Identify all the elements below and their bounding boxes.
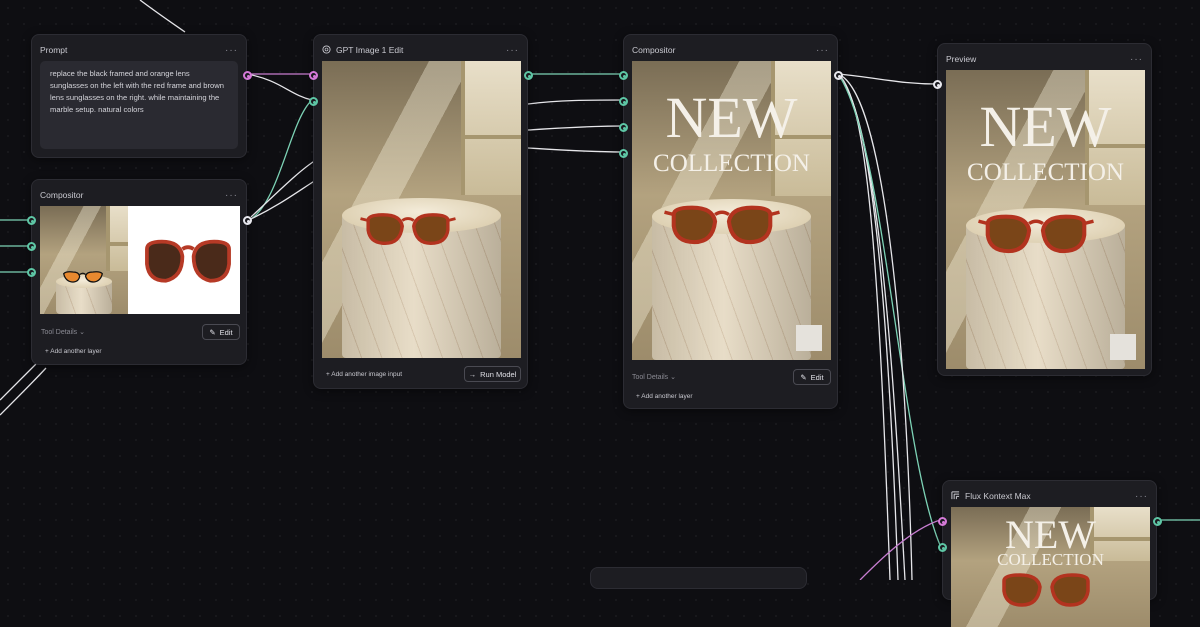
chevron-down-icon: ⌄	[79, 329, 86, 336]
red-sunglasses-image	[145, 239, 231, 283]
node-title: GPT Image 1 Edit	[336, 45, 404, 55]
add-layer-link[interactable]: + Add another layer	[45, 348, 102, 355]
node-title: Compositor	[40, 190, 84, 200]
input-port[interactable]	[309, 71, 318, 80]
edit-button[interactable]: ✎ Edit	[202, 324, 240, 340]
headline-collection: COLLECTION	[967, 159, 1124, 186]
add-image-input-label: Add another image input	[331, 371, 403, 378]
output-port[interactable]	[1153, 517, 1162, 526]
red-sunglasses-image	[978, 214, 1094, 254]
logo-badge	[796, 325, 822, 351]
prompt-textarea[interactable]: replace the black framed and orange lens…	[40, 61, 238, 149]
tool-details-toggle[interactable]: Tool Details ⌄	[632, 373, 676, 381]
black-sunglasses-image	[62, 271, 104, 283]
node-title: Compositor	[632, 45, 676, 55]
input-port[interactable]	[938, 517, 947, 526]
input-port[interactable]	[619, 97, 628, 106]
node-title: Flux Kontext Max	[965, 491, 1031, 501]
more-dots-icon[interactable]: ···	[225, 45, 238, 56]
input-port[interactable]	[309, 97, 318, 106]
flux-icon	[951, 490, 960, 502]
input-port[interactable]	[933, 80, 942, 89]
compositor-node-left[interactable]: Compositor ··· Tool Details ⌄ ✎ Edit + A…	[27, 179, 252, 365]
more-dots-icon[interactable]: ···	[816, 45, 829, 56]
input-port[interactable]	[619, 71, 628, 80]
red-sunglasses-image	[1002, 573, 1090, 607]
more-dots-icon[interactable]: ···	[506, 45, 519, 56]
output-port[interactable]	[834, 71, 843, 80]
tool-details-label: Tool Details	[632, 374, 669, 381]
compositor-node-mid[interactable]: Compositor ··· NEW COLLECTION Tool Detai…	[619, 34, 843, 409]
red-sunglasses-image	[664, 205, 780, 245]
arrow-right-icon: →	[468, 369, 477, 379]
generated-image	[322, 61, 521, 358]
headline-new: NEW	[979, 94, 1112, 159]
gpt-image-edit-node[interactable]: GPT Image 1 Edit ··· + Add another image…	[309, 34, 533, 389]
prompt-node[interactable]: Prompt ··· replace the black framed and …	[31, 34, 252, 158]
more-dots-icon[interactable]: ···	[225, 190, 238, 201]
add-layer-link[interactable]: + Add another layer	[636, 393, 693, 400]
chevron-down-icon: ⌄	[670, 374, 677, 381]
tool-details-label: Tool Details	[41, 329, 78, 336]
input-port[interactable]	[619, 149, 628, 158]
input-port[interactable]	[27, 242, 36, 251]
flux-kontext-node[interactable]: Flux Kontext Max ··· NEW COLLECTION	[938, 480, 1162, 627]
headline-collection: COLLECTION	[997, 550, 1104, 569]
headline-new: NEW	[665, 85, 798, 150]
more-dots-icon[interactable]: ···	[1130, 54, 1143, 65]
compositor-canvas[interactable]: NEW COLLECTION	[632, 61, 831, 360]
preview-image: NEW COLLECTION	[946, 70, 1145, 369]
output-port[interactable]	[243, 216, 252, 225]
logo-badge	[1110, 334, 1136, 360]
edit-label: Edit	[810, 372, 824, 382]
edit-label: Edit	[219, 327, 233, 337]
pencil-icon: ✎	[209, 327, 216, 337]
run-model-button[interactable]: → Run Model	[464, 366, 521, 382]
red-sunglasses-image	[360, 213, 456, 245]
input-port[interactable]	[619, 123, 628, 132]
more-dots-icon[interactable]: ···	[1135, 491, 1148, 502]
pencil-icon: ✎	[800, 372, 807, 382]
node-title: Prompt	[40, 45, 68, 55]
input-port[interactable]	[938, 543, 947, 552]
headline-collection: COLLECTION	[653, 150, 810, 177]
input-port[interactable]	[27, 268, 36, 277]
output-port[interactable]	[243, 71, 252, 80]
node-title: Preview	[946, 54, 977, 64]
compositor-canvas[interactable]	[40, 206, 240, 314]
openai-icon	[322, 44, 331, 56]
input-port[interactable]	[27, 216, 36, 225]
edit-button[interactable]: ✎ Edit	[793, 369, 831, 385]
preview-node[interactable]: Preview ··· NEW COLLECTION	[933, 43, 1152, 376]
bottom-toolbar[interactable]	[590, 567, 807, 589]
run-model-label: Run Model	[480, 369, 517, 379]
marble-scene-thumb	[40, 206, 128, 314]
headline-new: NEW	[1004, 512, 1097, 557]
add-image-input-link[interactable]: + Add another image input	[326, 371, 402, 378]
flux-output-image: NEW COLLECTION	[951, 507, 1150, 627]
output-port[interactable]	[524, 71, 533, 80]
tool-details-toggle[interactable]: Tool Details ⌄	[41, 328, 85, 336]
